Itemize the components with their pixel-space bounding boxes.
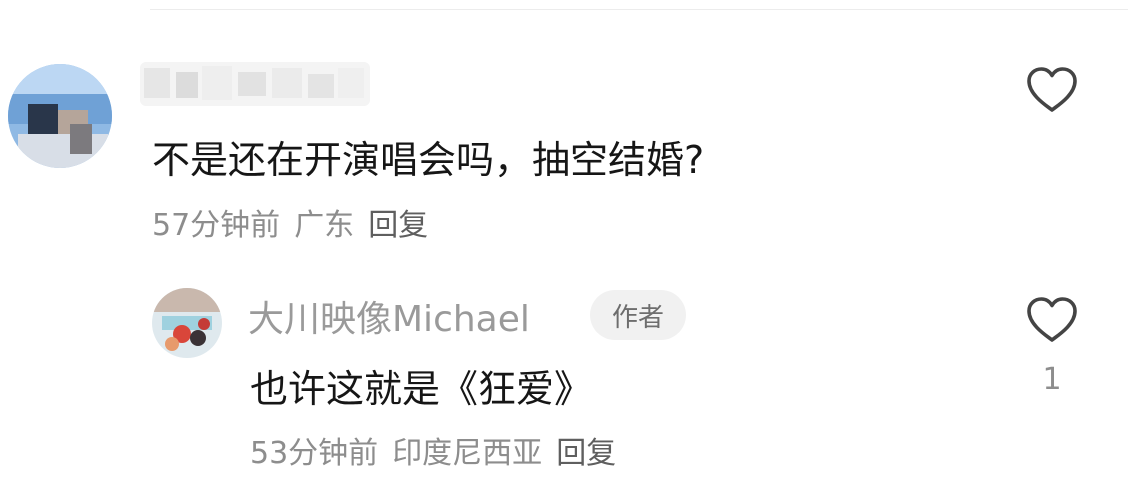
reply-username[interactable]: 大川映像Michael (248, 290, 530, 342)
comment-meta: 57分钟前 广东 回复 (152, 200, 428, 244)
author-badge: 作者 (590, 290, 686, 340)
comment-location: 广东 (294, 208, 355, 243)
heart-icon (1027, 67, 1077, 112)
reply-author-avatar[interactable] (152, 288, 222, 358)
blurred-username (140, 54, 370, 114)
reply-like-button[interactable] (1025, 296, 1079, 344)
reply-meta: 53分钟前 印度尼西亚 回复 (250, 428, 616, 472)
comment-time: 57分钟前 (152, 208, 281, 243)
commenter-avatar[interactable] (8, 64, 112, 168)
reply-reply-button[interactable]: 回复 (556, 436, 616, 471)
comment-text: 不是还在开演唱会吗，抽空结婚? (152, 138, 705, 182)
reply-text: 也许这就是《狂爱》 (250, 367, 593, 411)
heart-icon (1027, 297, 1077, 342)
comment-reply-button[interactable]: 回复 (368, 208, 428, 243)
reply-like-count: 1 (1042, 362, 1062, 397)
comment-like-button[interactable] (1025, 66, 1079, 114)
top-divider (150, 9, 1128, 10)
reply-location: 印度尼西亚 (392, 436, 543, 471)
reply-time: 53分钟前 (250, 436, 379, 471)
